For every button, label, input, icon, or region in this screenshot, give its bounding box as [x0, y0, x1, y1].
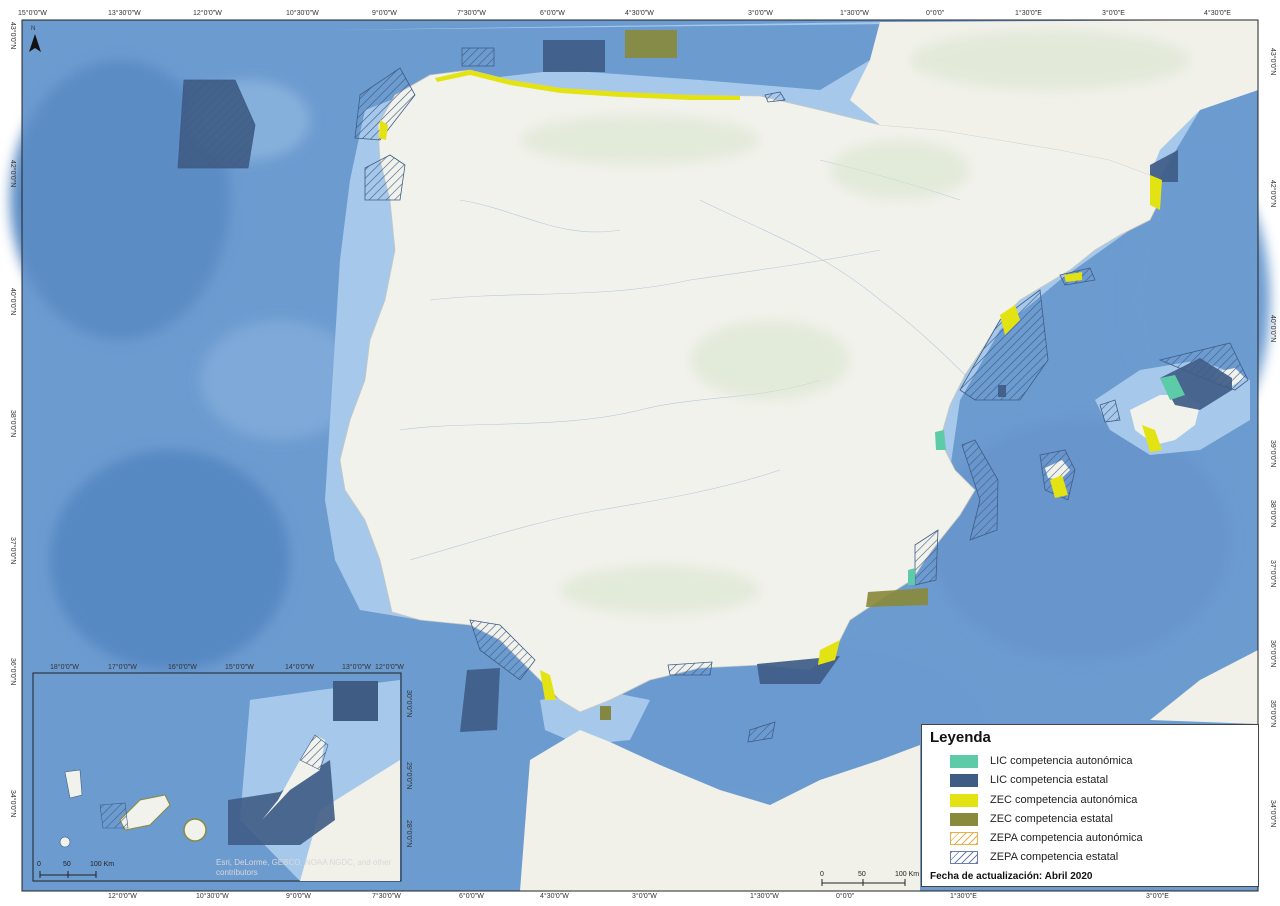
- legend-item-zepa-autonomica: ZEPA competencia autonómica: [950, 830, 1143, 846]
- main-scale-100: 100 Km: [895, 871, 920, 878]
- top-tick-label: 10°30'0"W: [286, 10, 319, 17]
- right-tick-label: 38°0'0"N: [1269, 500, 1276, 528]
- right-tick-label: 35°0'0"N: [1269, 700, 1276, 728]
- bottom-tick-label: 3°0'0"W: [632, 893, 657, 900]
- top-tick-label: 1°30'0"E: [1015, 10, 1042, 17]
- top-tick-label: 6°0'0"W: [540, 10, 565, 17]
- bottom-tick-label: 7°30'0"W: [372, 893, 401, 900]
- top-tick-label: 15°0'0"W: [18, 10, 47, 17]
- bottom-tick-label: 6°0'0"W: [459, 893, 484, 900]
- bottom-tick-label: 9°0'0"W: [286, 893, 311, 900]
- legend-swatch: [950, 850, 978, 864]
- legend-item-zec-estatal: ZEC competencia estatal: [950, 811, 1113, 827]
- legend-swatch: [950, 831, 978, 845]
- canary-inset[interactable]: [32, 672, 402, 882]
- legend-label: ZEPA competencia autonómica: [990, 832, 1143, 844]
- main-scale-50: 50: [858, 871, 866, 878]
- bottom-tick-label: 3°0'0"E: [1146, 893, 1169, 900]
- north-arrow: [28, 34, 42, 59]
- legend-label: ZEPA competencia estatal: [990, 851, 1119, 863]
- legend-item-lic-autonomica: LIC competencia autonómica: [950, 753, 1132, 769]
- legend-title: Leyenda: [930, 729, 991, 746]
- left-tick-label: 36°0'0"N: [9, 658, 16, 686]
- north-arrow-icon: [29, 34, 41, 52]
- inset-top-tick-label: 14°0'0"W: [285, 664, 314, 671]
- inset-scale-100: 100 Km: [90, 861, 115, 868]
- bottom-tick-label: 4°30'0"W: [540, 893, 569, 900]
- inset-top-tick-label: 17°0'0"W: [108, 664, 137, 671]
- left-tick-label: 42°0'0"N: [9, 160, 16, 188]
- right-tick-label: 43°0'0"N: [1269, 48, 1276, 76]
- top-tick-label: 4°30'0"E: [1204, 10, 1231, 17]
- inset-top-tick-label: 15°0'0"W: [225, 664, 254, 671]
- top-tick-label: 3°0'0"E: [1102, 10, 1125, 17]
- top-tick-label: 7°30'0"W: [457, 10, 486, 17]
- legend-swatch: [950, 793, 978, 807]
- inset-top-tick-label: 13°0'0"W: [342, 664, 371, 671]
- top-tick-label: 1°30'0"W: [840, 10, 869, 17]
- inset-right-tick-label: 29°0'0"N: [405, 762, 412, 790]
- bottom-tick-label: 12°0'0"W: [108, 893, 137, 900]
- inset-scale-0: 0: [37, 861, 41, 868]
- inset-right-tick-label: 30°0'0"N: [405, 690, 412, 718]
- top-tick-label: 13°30'0"W: [108, 10, 141, 17]
- inset-right-tick-label: 28°0'0"N: [405, 820, 412, 848]
- top-tick-label: 3°0'0"W: [748, 10, 773, 17]
- right-tick-label: 37°0'0"N: [1269, 560, 1276, 588]
- map-frame: N 15°0'0"W 13°30'0"W 12°0'0"W 10°30'0"W 9°0'…: [0, 0, 1280, 906]
- legend-label: LIC competencia autonómica: [990, 755, 1133, 767]
- legend-swatch: [950, 773, 978, 787]
- right-tick-label: 34°0'0"N: [1269, 800, 1276, 828]
- inset-top-tick-label: 12°0'0"W: [375, 664, 404, 671]
- top-tick-label: 4°30'0"W: [625, 10, 654, 17]
- right-tick-label: 42°0'0"N: [1269, 180, 1276, 208]
- right-tick-label: 36°0'0"N: [1269, 640, 1276, 668]
- right-tick-label: 40°0'0"N: [1269, 315, 1276, 343]
- left-tick-label: 38°0'0"N: [9, 410, 16, 438]
- inset-top-tick-label: 16°0'0"W: [168, 664, 197, 671]
- main-scale-0: 0: [820, 871, 824, 878]
- legend-item-lic-estatal: LIC competencia estatal: [950, 772, 1108, 788]
- top-tick-label: 12°0'0"W: [193, 10, 222, 17]
- legend-label: ZEC competencia estatal: [990, 813, 1113, 825]
- inset-scale-50: 50: [63, 861, 71, 868]
- bottom-tick-label: 0°0'0": [836, 893, 855, 900]
- left-tick-label: 34°0'0"N: [9, 790, 16, 818]
- bottom-tick-label: 10°30'0"W: [196, 893, 229, 900]
- top-tick-label: 9°0'0"W: [372, 10, 397, 17]
- left-tick-label: 37°0'0"N: [9, 537, 16, 565]
- legend-update-date: Fecha de actualización: Abril 2020: [930, 871, 1093, 882]
- legend-swatch: [950, 812, 978, 826]
- inset-top-tick-label: 18°0'0"W: [50, 664, 79, 671]
- left-tick-label: 40°0'0"N: [9, 288, 16, 316]
- north-label: N: [31, 26, 36, 32]
- inset-credit: Esri, DeLorme, GEBCO, NOAA NGDC, and oth…: [216, 858, 392, 877]
- legend-label: ZEC competencia autonómica: [990, 794, 1138, 806]
- legend-swatch: [950, 754, 978, 768]
- top-tick-label: 0°0'0": [926, 10, 945, 17]
- left-tick-label: 43°0'0"N: [9, 22, 16, 50]
- bottom-tick-label: 1°30'0"W: [750, 893, 779, 900]
- legend-label: LIC competencia estatal: [990, 774, 1109, 786]
- legend-item-zepa-estatal: ZEPA competencia estatal: [950, 849, 1118, 865]
- bottom-tick-label: 1°30'0"E: [950, 893, 977, 900]
- right-tick-label: 39°0'0"N: [1269, 440, 1276, 468]
- legend-item-zec-autonomica: ZEC competencia autonómica: [950, 792, 1137, 808]
- legend: Leyenda LIC competencia autonómica LIC c…: [921, 724, 1259, 887]
